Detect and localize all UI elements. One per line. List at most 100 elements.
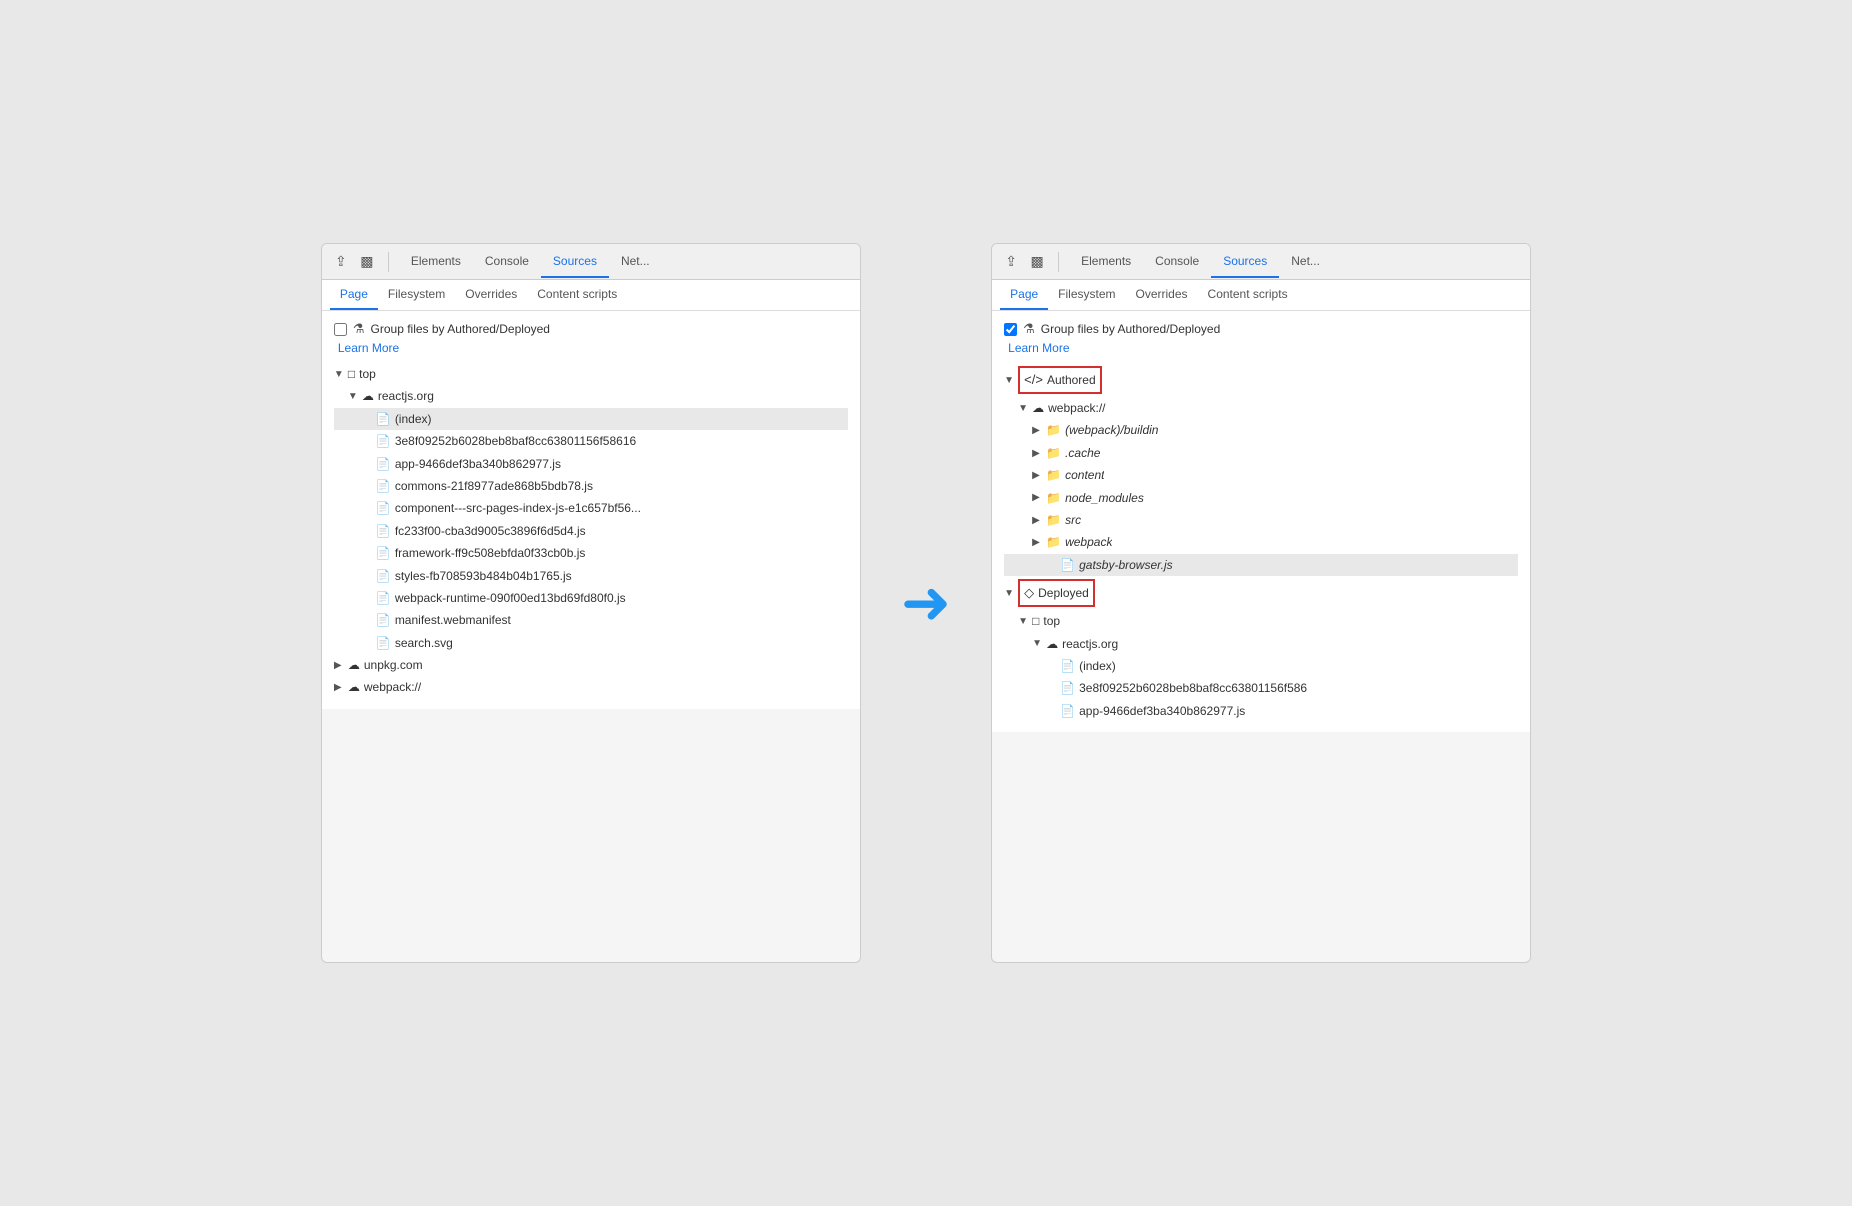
left-tab-page[interactable]: Page [330,280,378,310]
right-group-files-row: ⚗ Group files by Authored/Deployed [1004,321,1518,337]
item-name: (index) [395,409,432,429]
left-tab-sources[interactable]: Sources [541,246,609,278]
left-tab-content-scripts[interactable]: Content scripts [527,280,627,310]
tree-item[interactable]: ▼ ☁ webpack:// [1004,397,1518,419]
tree-item[interactable]: ▼ ☁ reactjs.org [1004,633,1518,655]
deployed-header[interactable]: ▼ ◇ Deployed [1004,576,1518,610]
device-icon[interactable]: ▩ [356,251,378,273]
tree-item[interactable]: ▶ 📁 .cache [1004,442,1518,464]
right-tab-network[interactable]: Net... [1279,246,1332,278]
tree-item[interactable]: 📄 gatsby-browser.js [1004,554,1518,576]
tree-item[interactable]: 📄 search.svg [334,632,848,654]
right-tab-console[interactable]: Console [1143,246,1211,278]
right-devtools-tabs: Elements Console Sources Net... [1069,246,1522,278]
tree-item[interactable]: 📄 fc233f00-cba3d9005c3896f6d5d4.js [334,520,848,542]
tree-item[interactable]: 📄 app-9466def3ba340b862977.js [1004,700,1518,722]
authored-code-icon: </> [1024,369,1043,391]
item-name: webpack:// [1048,398,1105,418]
tree-item[interactable]: ▶ ☁ unpkg.com [334,654,848,676]
left-group-files-label: Group files by Authored/Deployed [371,322,550,336]
left-file-tree: ▼ □ top ▼ ☁ reactjs.org 📄 (index) [334,363,848,699]
tree-item[interactable]: 📄 (index) [334,408,848,430]
right-tab-sources[interactable]: Sources [1211,246,1279,278]
file-icon: 📄 [1060,555,1075,575]
item-name: app-9466def3ba340b862977.js [395,454,561,474]
left-tab-console[interactable]: Console [473,246,541,278]
tree-item[interactable]: 📄 commons-21f8977ade868b5bdb78.js [334,475,848,497]
cursor-icon[interactable]: ⇪ [330,251,352,273]
item-name: styles-fb708593b484b04b1765.js [395,566,572,586]
tree-item[interactable]: ▶ 📁 (webpack)/buildin [1004,419,1518,441]
item-name: app-9466def3ba340b862977.js [1079,701,1245,721]
tree-item[interactable]: 📄 webpack-runtime-090f00ed13bd69fd80f0.j… [334,587,848,609]
arrow-icon: ▼ [1018,613,1032,630]
left-tab-network[interactable]: Net... [609,246,662,278]
right-tab-filesystem[interactable]: Filesystem [1048,280,1125,310]
left-learn-more[interactable]: Learn More [338,341,848,355]
tree-item[interactable]: 📄 3e8f09252b6028beb8baf8cc63801156f58616 [334,430,848,452]
arrow-icon: ▶ [334,679,348,696]
arrow-icon: ▼ [1032,635,1046,652]
folder-icon: □ [1032,611,1039,631]
file-icon: 📄 [376,498,391,518]
tree-item[interactable]: 📄 framework-ff9c508ebfda0f33cb0b.js [334,542,848,564]
left-tab-overrides[interactable]: Overrides [455,280,527,310]
tree-item[interactable]: ▼ □ top [334,363,848,385]
authored-header[interactable]: ▼ </> Authored [1004,363,1518,397]
arrow-icon: ▶ [1032,422,1046,439]
tree-item[interactable]: 📄 3e8f09252b6028beb8baf8cc63801156f586 [1004,677,1518,699]
tree-item[interactable]: ▶ ☁ webpack:// [334,676,848,698]
item-name: search.svg [395,633,453,653]
file-icon: 📄 [376,610,391,630]
tree-item[interactable]: 📄 component---src-pages-index-js-e1c657b… [334,497,848,519]
item-name: reactjs.org [1062,634,1118,654]
arrow-icon: ▼ [1004,372,1018,389]
tree-item[interactable]: ▶ 📁 content [1004,464,1518,486]
right-learn-more[interactable]: Learn More [1008,341,1518,355]
topbar-separator [388,252,389,272]
tree-item[interactable]: ▼ □ top [1004,610,1518,632]
file-icon: 📄 [376,431,391,451]
tree-item[interactable]: 📄 (index) [1004,655,1518,677]
tree-item[interactable]: 📄 styles-fb708593b484b04b1765.js [334,565,848,587]
left-tab-elements[interactable]: Elements [399,246,473,278]
tree-item[interactable]: ▶ 📁 src [1004,509,1518,531]
right-authored-tree: ▼ </> Authored ▼ ☁ webpack:// ▶ [1004,363,1518,722]
folder-icon: 📁 [1046,420,1061,440]
right-panel: ⇪ ▩ Elements Console Sources Net... Page… [991,243,1531,963]
right-tab-overrides[interactable]: Overrides [1126,280,1198,310]
tree-item[interactable]: 📄 manifest.webmanifest [334,609,848,631]
tree-item[interactable]: 📄 app-9466def3ba340b862977.js [334,453,848,475]
item-name: webpack-runtime-090f00ed13bd69fd80f0.js [395,588,626,608]
right-tab-page[interactable]: Page [1000,280,1048,310]
arrow-icon: ▼ [1004,585,1018,602]
tree-item[interactable]: ▶ 📁 node_modules [1004,487,1518,509]
authored-section-label: </> Authored [1018,366,1102,394]
file-icon: 📄 [376,409,391,429]
tree-item[interactable]: ▼ ☁ reactjs.org [334,385,848,407]
right-tab-elements[interactable]: Elements [1069,246,1143,278]
left-panel: ⇪ ▩ Elements Console Sources Net... Page… [321,243,861,963]
right-devtools-topbar: ⇪ ▩ Elements Console Sources Net... [992,244,1530,280]
device-icon[interactable]: ▩ [1026,251,1048,273]
item-name: 3e8f09252b6028beb8baf8cc63801156f58616 [395,431,636,451]
file-icon: 📄 [376,454,391,474]
right-secondary-tabs: Page Filesystem Overrides Content script… [992,280,1530,311]
left-group-checkbox[interactable] [334,323,347,336]
cloud-icon: ☁ [362,386,374,406]
right-tab-content-scripts[interactable]: Content scripts [1198,280,1298,310]
right-group-checkbox[interactable] [1004,323,1017,336]
folder-icon: 📁 [1046,465,1061,485]
right-group-files-label: Group files by Authored/Deployed [1041,322,1220,336]
item-name: reactjs.org [378,386,434,406]
file-icon: 📄 [376,543,391,563]
main-container: ⇪ ▩ Elements Console Sources Net... Page… [321,243,1531,963]
arrow-icon: ▼ [1018,400,1032,417]
arrow-icon: ▼ [348,388,362,405]
item-name: webpack [1065,532,1112,552]
item-name: webpack:// [364,677,421,697]
cursor-icon[interactable]: ⇪ [1000,251,1022,273]
item-name: node_modules [1065,488,1144,508]
left-tab-filesystem[interactable]: Filesystem [378,280,455,310]
tree-item[interactable]: ▶ 📁 webpack [1004,531,1518,553]
